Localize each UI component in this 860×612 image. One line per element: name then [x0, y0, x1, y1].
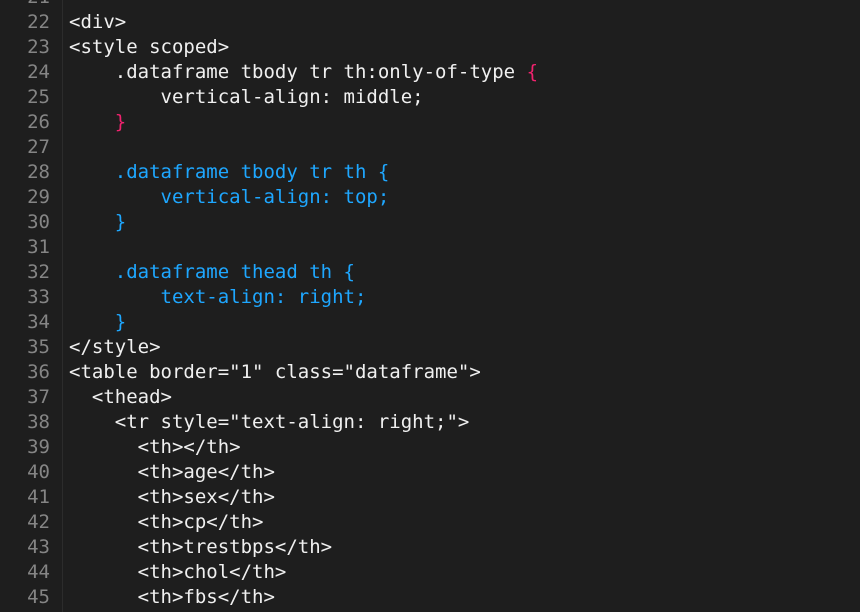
- code-line[interactable]: 42 <th>cp</th>: [0, 510, 860, 535]
- code-line[interactable]: 23 <style scoped>: [0, 35, 860, 60]
- line-number: 24: [27, 61, 50, 83]
- code-token: text-align: right;: [69, 286, 367, 308]
- line-number: 35: [27, 336, 50, 358]
- code-line[interactable]: 32 .dataframe thead th {: [0, 260, 860, 285]
- code-text[interactable]: <th>age</th>: [69, 460, 275, 485]
- code-token: <th>sex</th>: [69, 486, 275, 508]
- code-token: <th>chol</th>: [69, 561, 287, 583]
- code-line[interactable]: 40 <th>age</th>: [0, 460, 860, 485]
- code-line[interactable]: 26 }: [0, 110, 860, 135]
- code-text[interactable]: vertical-align: top;: [69, 185, 390, 210]
- code-line[interactable]: 43 <th>trestbps</th>: [0, 535, 860, 560]
- code-token: <th>age</th>: [69, 461, 275, 483]
- code-line[interactable]: 36 <table border="1" class="dataframe">: [0, 360, 860, 385]
- code-text[interactable]: }: [69, 110, 126, 135]
- line-number: 21: [0, 0, 50, 10]
- code-token: }: [69, 311, 127, 333]
- code-token: </style>: [69, 336, 161, 358]
- line-number: 33: [27, 286, 50, 308]
- code-text[interactable]: <div>: [69, 10, 126, 35]
- code-text[interactable]: .dataframe tbody tr th:only-of-type {: [69, 60, 538, 85]
- line-number: 23: [27, 36, 50, 58]
- code-text[interactable]: </style>: [69, 335, 161, 360]
- line-number: 32: [27, 261, 50, 283]
- code-line[interactable]: 33 text-align: right;: [0, 285, 860, 310]
- code-token: vertical-align: top;: [69, 186, 390, 208]
- code-token: }: [69, 111, 127, 133]
- code-line[interactable]: 41 <th>sex</th>: [0, 485, 860, 510]
- code-text[interactable]: }: [69, 310, 126, 335]
- code-token: <th>trestbps</th>: [69, 536, 333, 558]
- line-number: 31: [27, 236, 50, 258]
- line-number: 22: [27, 11, 50, 33]
- line-number: 44: [27, 561, 50, 583]
- code-token: <th></th>: [69, 436, 241, 458]
- code-line[interactable]: 21: [0, 0, 860, 10]
- code-line[interactable]: 34 }: [0, 310, 860, 335]
- code-text[interactable]: <th>trestbps</th>: [69, 535, 332, 560]
- line-number: 25: [27, 86, 50, 108]
- code-line[interactable]: 44 <th>chol</th>: [0, 560, 860, 585]
- code-token: .dataframe thead th {: [69, 261, 355, 283]
- code-token: <th>fbs</th>: [69, 586, 275, 608]
- code-line[interactable]: 37 <thead>: [0, 385, 860, 410]
- code-text[interactable]: <tr style="text-align: right;">: [69, 410, 470, 435]
- code-line[interactable]: 28 .dataframe tbody tr th {: [0, 160, 860, 185]
- code-line[interactable]: 39 <th></th>: [0, 435, 860, 460]
- code-line[interactable]: 27: [0, 135, 860, 160]
- line-number: 30: [27, 211, 50, 233]
- line-number: 36: [27, 361, 50, 383]
- code-line[interactable]: 24 .dataframe tbody tr th:only-of-type {: [0, 60, 860, 85]
- line-number: 39: [27, 436, 50, 458]
- code-token: <tr style="text-align: right;">: [69, 411, 470, 433]
- code-line[interactable]: 29 vertical-align: top;: [0, 185, 860, 210]
- line-number: 37: [27, 386, 50, 408]
- line-number: 43: [27, 536, 50, 558]
- code-line[interactable]: 45 <th>fbs</th>: [0, 585, 860, 610]
- line-number: 26: [27, 111, 50, 133]
- code-token: <style scoped>: [69, 36, 230, 58]
- code-lines[interactable]: 2122<div>23<style scoped>24 .dataframe t…: [0, 0, 860, 610]
- code-token-brace: {: [526, 61, 539, 83]
- code-text[interactable]: <thead>: [69, 385, 172, 410]
- code-text[interactable]: <table border="1" class="dataframe">: [69, 360, 481, 385]
- code-text[interactable]: <th>chol</th>: [69, 560, 287, 585]
- line-number: 41: [27, 486, 50, 508]
- code-token: <thead>: [69, 386, 172, 408]
- line-number: 40: [27, 461, 50, 483]
- code-token: <table border="1" class="dataframe">: [69, 361, 481, 383]
- code-text[interactable]: .dataframe thead th {: [69, 260, 355, 285]
- line-number: 27: [27, 136, 50, 158]
- line-number: 28: [27, 161, 50, 183]
- code-text[interactable]: <th>sex</th>: [69, 485, 275, 510]
- line-number: 29: [27, 186, 50, 208]
- code-text[interactable]: <th></th>: [69, 435, 241, 460]
- code-text[interactable]: <style scoped>: [69, 35, 229, 60]
- code-token: <div>: [69, 11, 127, 33]
- code-token: vertical-align: middle;: [69, 86, 424, 108]
- code-line[interactable]: 35 </style>: [0, 335, 860, 360]
- code-line[interactable]: 38 <tr style="text-align: right;">: [0, 410, 860, 435]
- code-line[interactable]: 22 <div>: [0, 10, 860, 35]
- code-line[interactable]: 31: [0, 235, 860, 260]
- code-text[interactable]: <th>fbs</th>: [69, 585, 275, 610]
- line-number: 34: [27, 311, 50, 333]
- code-line[interactable]: 30 }: [0, 210, 860, 235]
- code-text[interactable]: <th>cp</th>: [69, 510, 264, 535]
- code-text[interactable]: .dataframe tbody tr th {: [69, 160, 390, 185]
- code-line[interactable]: 25 vertical-align: middle;: [0, 85, 860, 110]
- line-number: 42: [27, 511, 50, 533]
- line-number: 45: [27, 586, 50, 608]
- line-number: 38: [27, 411, 50, 433]
- code-text[interactable]: }: [69, 210, 126, 235]
- code-token: .dataframe tbody tr th {: [69, 161, 390, 183]
- code-text[interactable]: vertical-align: middle;: [69, 85, 424, 110]
- code-token: <th>cp</th>: [69, 511, 264, 533]
- code-token: }: [69, 211, 127, 233]
- code-editor[interactable]: 2122<div>23<style scoped>24 .dataframe t…: [0, 0, 860, 612]
- code-text[interactable]: text-align: right;: [69, 285, 367, 310]
- code-token: .dataframe tbody tr th:only-of-type: [69, 61, 527, 83]
